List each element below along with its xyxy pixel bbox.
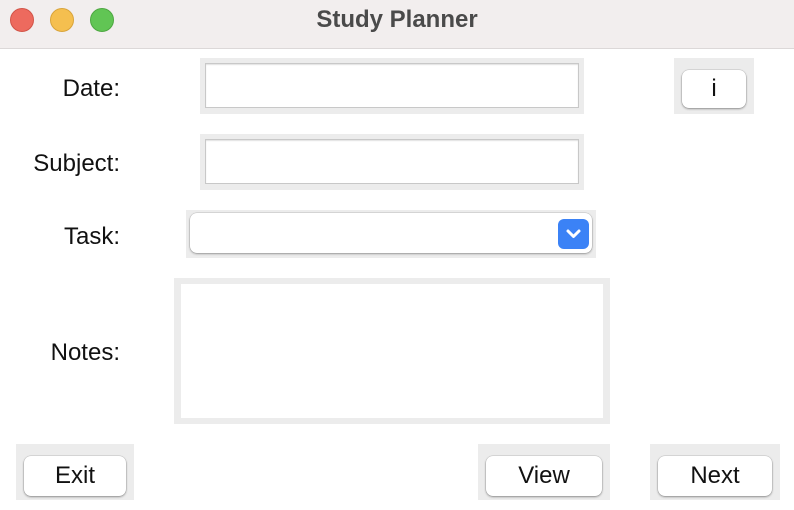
- info-button-frame: i: [674, 58, 754, 114]
- task-dropdown[interactable]: [190, 213, 592, 253]
- next-button[interactable]: Next: [658, 456, 772, 496]
- chevron-down-icon: [566, 229, 581, 238]
- date-label: Date:: [62, 75, 120, 102]
- subject-label: Subject:: [33, 150, 120, 177]
- notes-label: Notes:: [50, 339, 120, 366]
- subject-field-frame: [200, 134, 584, 190]
- notes-frame: [174, 278, 610, 424]
- info-button[interactable]: i: [682, 70, 746, 108]
- title-bar: Study Planner: [0, 0, 794, 49]
- notes-textarea[interactable]: [181, 284, 603, 418]
- task-dropdown-frame: [186, 210, 596, 258]
- date-field-frame: [200, 58, 584, 114]
- exit-button-frame: Exit: [16, 444, 134, 500]
- date-field[interactable]: [205, 63, 579, 108]
- subject-field[interactable]: [205, 139, 579, 184]
- view-button-frame: View: [478, 444, 610, 500]
- view-button[interactable]: View: [486, 456, 602, 496]
- task-label: Task:: [63, 223, 120, 250]
- exit-button[interactable]: Exit: [24, 456, 126, 496]
- window-title: Study Planner: [316, 6, 478, 33]
- task-dropdown-arrow[interactable]: [558, 219, 589, 249]
- next-button-frame: Next: [650, 444, 780, 500]
